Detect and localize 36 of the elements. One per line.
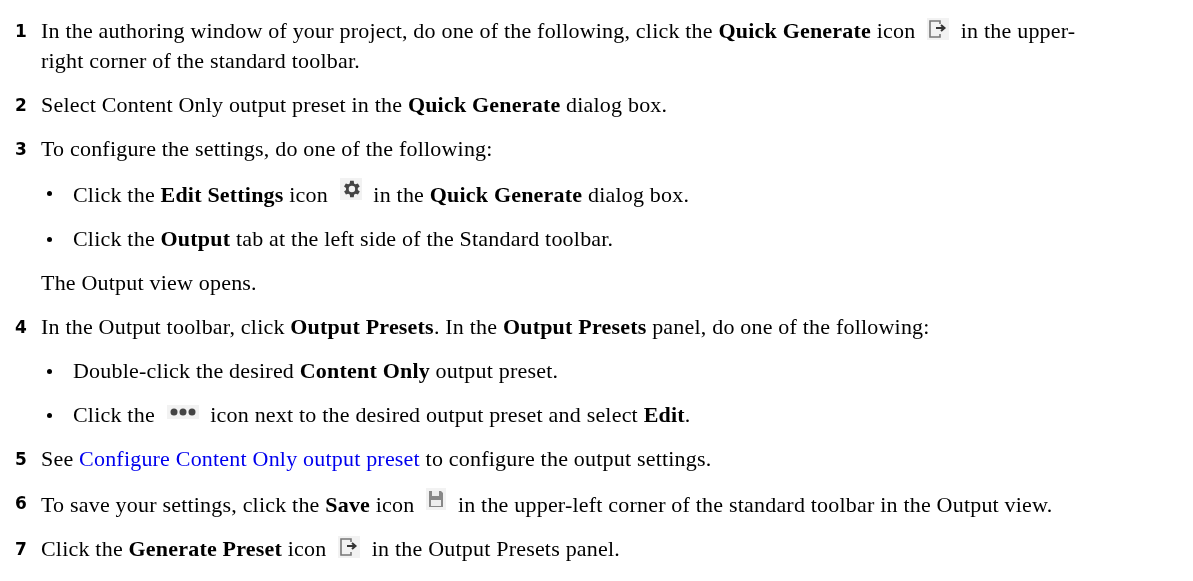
bullet-icon	[47, 368, 52, 374]
instruction-text: Click the Output tab at the left side of the Standard toolbar.	[73, 226, 614, 251]
step-number: 2	[15, 94, 29, 117]
step-number: 1	[15, 20, 29, 43]
export-icon	[927, 18, 950, 40]
instruction-text: to configure the output settings.	[425, 446, 712, 471]
instruction-text: in the upper-left corner of the standard toolbar in the Output view.	[457, 492, 1053, 517]
instruction-text: To configure the settings, do one of the following:	[41, 136, 493, 161]
settings-icon	[339, 178, 362, 200]
instruction-text: Click the Edit Settings icon	[73, 182, 328, 207]
instruction-text: In the Output toolbar, click Output Presets. In the Output Presets panel, do one of the following:	[41, 314, 930, 339]
instruction-text: Select Content Only output preset in the Quick Generate dialog box.	[41, 92, 668, 117]
instruction-text: in the Quick Generate dialog box.	[373, 182, 690, 207]
instruction-text: To save your settings, click the Save icon	[41, 492, 415, 517]
instruction-text: icon next to the desired output preset and select Edit.	[210, 402, 691, 427]
step-number: 3	[15, 138, 29, 161]
bullet-icon	[47, 190, 52, 196]
configure-link[interactable]: Configure Content Only output preset	[79, 446, 420, 471]
bullet-icon	[47, 236, 52, 242]
bullet-icon	[47, 412, 52, 418]
step-number: 5	[15, 448, 29, 471]
more-icon	[166, 405, 199, 419]
instruction-text: In the authoring window of your project, do one of the following, click the Quick Generate icon	[41, 18, 916, 43]
step-number: 6	[15, 492, 29, 515]
instruction-text: Click the	[73, 402, 155, 427]
export-icon	[338, 536, 361, 558]
instruction-text: See	[41, 446, 74, 471]
instruction-text: Double-click the desired Content Only output preset.	[73, 358, 559, 383]
instruction-text: Click the Generate Preset icon	[41, 536, 327, 561]
note-text: The Output view opens.	[41, 269, 258, 297]
instruction-text: right corner of the standard toolbar.	[41, 48, 360, 73]
save-icon	[426, 488, 447, 510]
step-number: 4	[15, 316, 29, 339]
instruction-text: in the Output Presets panel.	[371, 536, 620, 561]
step-number: 7	[15, 538, 29, 561]
instruction-text: in the upper-	[960, 18, 1076, 43]
